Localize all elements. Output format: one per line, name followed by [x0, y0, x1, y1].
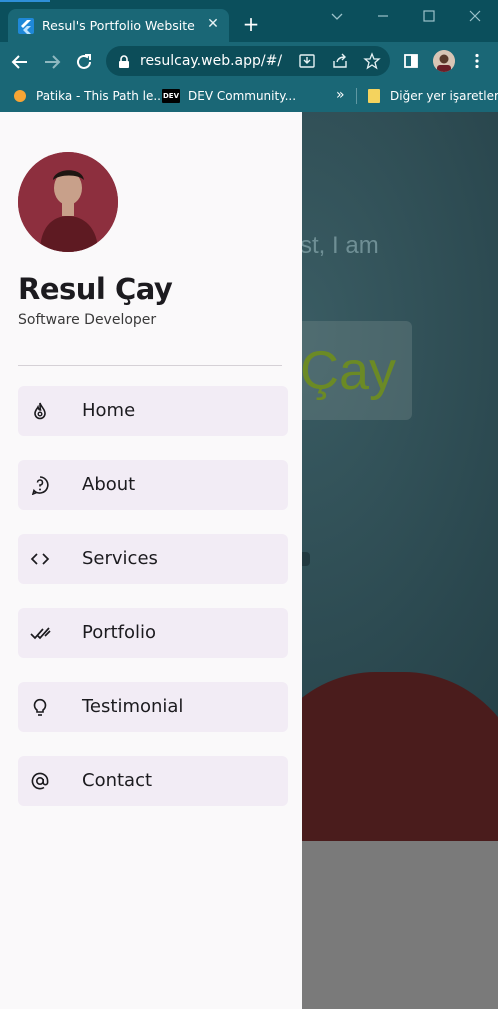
lock-icon[interactable] [118, 54, 130, 73]
lightbulb-icon [30, 697, 50, 717]
address-bar[interactable]: resulcay.web.app/#/ [106, 46, 390, 76]
menu-item-portfolio[interactable]: Portfolio [18, 608, 288, 658]
menu-item-contact[interactable]: Contact [18, 756, 288, 806]
minimize-icon[interactable] [372, 6, 394, 26]
menu-label-testimonial: Testimonial [82, 696, 184, 717]
profile-photo [18, 152, 118, 252]
bookmark-patika[interactable]: Patika - This Path le... [14, 85, 165, 107]
menu-label-home: Home [82, 400, 136, 421]
menu-label-services: Services [82, 548, 158, 569]
menu-item-home[interactable]: Home [18, 386, 288, 436]
back-arrow-icon[interactable] [9, 51, 31, 73]
code-brackets-icon [30, 549, 50, 569]
bookmarks-overflow-icon[interactable]: » [336, 87, 345, 103]
hero-name-text: Çay [300, 341, 397, 401]
navigation-drawer: Resul Çay Software Developer Home About … [0, 112, 302, 1009]
menu-item-services[interactable]: Services [18, 534, 288, 584]
titlebar-accent [0, 0, 50, 2]
maximize-icon[interactable] [418, 6, 440, 26]
bookmarks-bar: Patika - This Path le... DEV DEV Communi… [0, 80, 498, 112]
tab-search-chevron-icon[interactable] [326, 6, 348, 26]
share-icon[interactable] [331, 52, 349, 70]
dev-favicon-icon: DEV [162, 89, 180, 103]
forward-arrow-icon[interactable] [41, 51, 63, 73]
profile-name: Resul Çay [18, 272, 173, 306]
active-tab[interactable]: Resul's Portfolio Website ✕ [8, 9, 229, 42]
browser-titlebar: Resul's Portfolio Website ✕ + [0, 0, 498, 42]
flame-icon [30, 401, 50, 421]
help-circle-icon [30, 475, 50, 496]
flutter-favicon-icon [18, 18, 34, 34]
new-tab-plus-icon[interactable]: + [240, 14, 262, 36]
bookmark-label: Patika - This Path le... [36, 89, 165, 103]
bookmark-dev-community[interactable]: DEV DEV Community... [162, 85, 296, 107]
url-text[interactable]: resulcay.web.app/#/ [140, 53, 282, 69]
menu-item-about[interactable]: About [18, 460, 288, 510]
profile-role: Software Developer [18, 312, 157, 328]
bookmarks-separator [356, 88, 357, 104]
reload-icon[interactable] [73, 51, 95, 73]
menu-label-portfolio: Portfolio [82, 622, 157, 643]
menu-label-contact: Contact [82, 770, 153, 791]
patika-favicon-icon [14, 90, 26, 102]
bookmark-label: DEV Community... [188, 89, 297, 103]
menu-item-testimonial[interactable]: Testimonial [18, 682, 288, 732]
menu-label-about: About [82, 474, 136, 495]
other-bookmarks-label: Diğer yer işaretleri [390, 89, 498, 103]
hero-intro-text: st, I am [300, 232, 379, 259]
double-check-icon [30, 623, 51, 643]
tab-title: Resul's Portfolio Website [42, 18, 195, 33]
tab-close-icon[interactable]: ✕ [204, 15, 222, 33]
at-sign-icon [30, 771, 50, 791]
folder-icon [368, 89, 380, 103]
side-panel-icon[interactable] [402, 52, 420, 70]
other-bookmarks-folder[interactable]: Diğer yer işaretleri [368, 85, 498, 107]
drawer-divider [18, 365, 282, 366]
bookmark-star-icon[interactable] [363, 52, 381, 70]
install-app-icon[interactable] [298, 52, 316, 70]
window-close-icon[interactable] [464, 6, 486, 26]
profile-avatar-icon[interactable] [433, 50, 455, 72]
browser-menu-icon[interactable] [468, 52, 486, 70]
browser-toolbar: resulcay.web.app/#/ [0, 42, 498, 80]
